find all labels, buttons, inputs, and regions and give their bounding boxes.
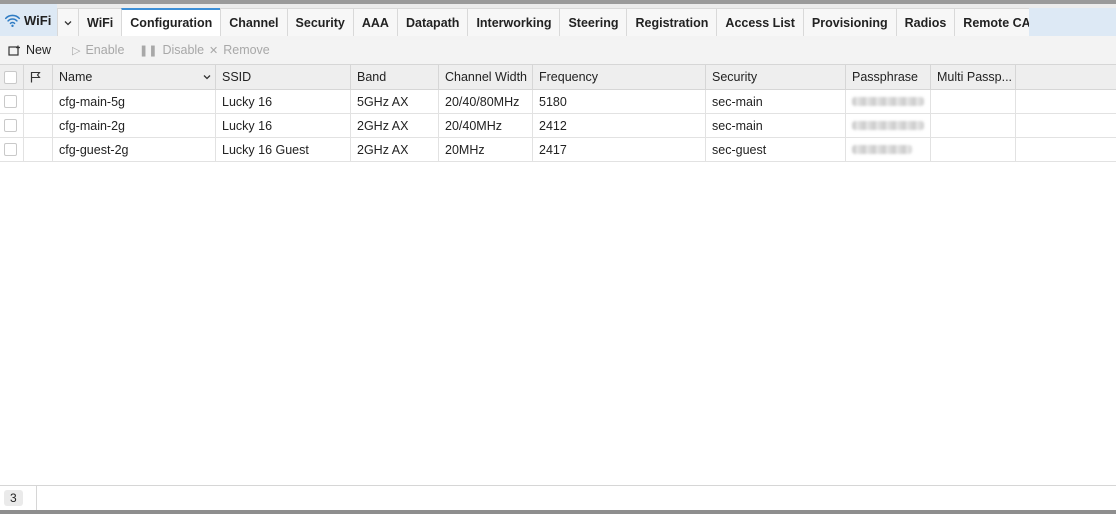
tab-wifi[interactable]: WiFi [78,8,123,36]
table-body: cfg-main-5g Lucky 16 5GHz AX 20/40/80MHz… [0,90,1116,162]
cell-channel-width: 20MHz [439,138,533,161]
row-checkbox-cell [0,138,24,161]
masked-passphrase [852,121,924,130]
chevron-down-icon [64,20,72,25]
row-checkbox-cell [0,90,24,113]
window-bottom-border [0,510,1116,514]
tab-bar: WiFi WiFi Configuration Channel Security… [0,4,1116,36]
remove-label: Remove [223,43,270,57]
cell-passphrase [846,90,931,113]
table-header: Name SSID Band Channel Width Frequency S… [0,64,1116,90]
cell-multi-passphrase [931,90,1016,113]
table-row[interactable]: cfg-main-2g Lucky 16 2GHz AX 20/40MHz 24… [0,114,1116,138]
cell-band: 2GHz AX [351,114,439,137]
tab-list: WiFi Configuration Channel Security AAA … [57,8,1049,36]
tab-access-list[interactable]: Access List [716,8,804,36]
toolbar: New ▷ Enable ❚❚ Disable ✕ Remove [0,36,1116,64]
cell-channel-width: 20/40MHz [439,114,533,137]
row-flag-cell [24,138,53,161]
disable-label: Disable [162,43,205,57]
column-header-band[interactable]: Band [351,65,439,89]
row-checkbox[interactable] [4,143,17,156]
tab-configuration[interactable]: Configuration [121,8,222,36]
disable-button[interactable]: ❚❚ Disable [139,36,204,64]
column-header-name[interactable]: Name [53,65,216,89]
cell-frequency: 2412 [533,114,706,137]
cell-band: 2GHz AX [351,138,439,161]
table-row[interactable]: cfg-main-5g Lucky 16 5GHz AX 20/40/80MHz… [0,90,1116,114]
cell-multi-passphrase [931,114,1016,137]
new-icon [8,45,20,56]
column-header-channel-width[interactable]: Channel Width [439,65,533,89]
tab-security[interactable]: Security [286,8,354,36]
app-title: WiFi [24,12,52,28]
column-header-security[interactable]: Security [706,65,846,89]
play-icon: ▷ [72,44,81,57]
cell-frequency: 5180 [533,90,706,113]
select-all-checkbox-cell [0,65,24,89]
masked-passphrase [852,97,924,106]
remove-button[interactable]: ✕ Remove [209,36,270,64]
new-label: New [26,43,52,57]
cell-channel-width: 20/40/80MHz [439,90,533,113]
item-count-box: 3 [0,486,37,510]
cell-ssid: Lucky 16 Guest [216,138,351,161]
tab-aaa[interactable]: AAA [352,8,398,36]
select-all-checkbox[interactable] [4,70,17,84]
new-button[interactable]: New [8,36,51,64]
cell-name: cfg-guest-2g [53,138,216,161]
tab-datapath[interactable]: Datapath [396,8,469,36]
cell-security: sec-main [706,90,846,113]
cell-band: 5GHz AX [351,90,439,113]
flag-column-header[interactable] [24,65,53,89]
row-flag-cell [24,90,53,113]
cell-security: sec-guest [706,138,846,161]
tab-provisioning[interactable]: Provisioning [802,8,897,36]
cell-frequency: 2417 [533,138,706,161]
sort-chevron-icon [203,75,211,80]
tab-interworking[interactable]: Interworking [467,8,561,36]
app-label: WiFi [0,4,57,36]
cell-name: cfg-main-2g [53,114,216,137]
item-count: 3 [4,490,23,506]
cell-multi-passphrase [931,138,1016,161]
cell-passphrase [846,138,931,161]
close-icon: ✕ [209,44,219,57]
cell-name: cfg-main-5g [53,90,216,113]
wifi-icon [4,14,21,27]
cell-passphrase [846,114,931,137]
column-header-passphrase[interactable]: Passphrase [846,65,931,89]
masked-passphrase [852,145,912,154]
enable-button[interactable]: ▷ Enable [72,36,124,64]
column-header-name-label: Name [59,70,93,84]
tab-bar-fill [1029,8,1116,36]
enable-label: Enable [85,43,125,57]
column-header-ssid[interactable]: SSID [216,65,351,89]
row-checkbox[interactable] [4,95,17,108]
row-flag-cell [24,114,53,137]
flag-icon [30,71,41,83]
cell-security: sec-main [706,114,846,137]
cell-ssid: Lucky 16 [216,114,351,137]
table-row[interactable]: cfg-guest-2g Lucky 16 Guest 2GHz AX 20MH… [0,138,1116,162]
status-bar: 3 [0,485,1116,510]
row-checkbox-cell [0,114,24,137]
tab-registration[interactable]: Registration [626,8,718,36]
tab-menu-dropdown[interactable] [57,8,79,36]
cell-ssid: Lucky 16 [216,90,351,113]
row-checkbox[interactable] [4,119,17,132]
tab-channel[interactable]: Channel [220,8,288,36]
column-header-frequency[interactable]: Frequency [533,65,706,89]
tab-radios[interactable]: Radios [895,8,956,36]
pause-icon: ❚❚ [139,44,158,57]
column-header-multi-passphrase[interactable]: Multi Passp... [931,65,1016,89]
tab-steering[interactable]: Steering [559,8,628,36]
